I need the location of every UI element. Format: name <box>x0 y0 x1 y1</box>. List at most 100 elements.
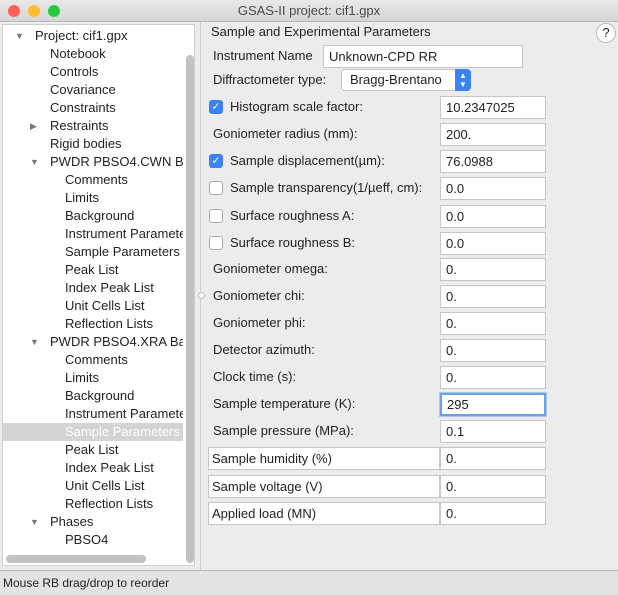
param-value-input[interactable]: 0. <box>440 475 546 498</box>
tree-item[interactable]: Notebook <box>3 45 183 63</box>
tree-item[interactable]: Instrument Parameters <box>3 405 183 423</box>
project-tree[interactable]: PBSO4 ▼ Phases Reflection Lists Unit Cells L… <box>2 24 195 566</box>
tree-item[interactable]: Index Peak List <box>3 279 183 297</box>
tree-vertical-scrollbar[interactable] <box>186 55 194 563</box>
diffractometer-type-select[interactable]: Bragg-Brentano ▲ ▼ <box>341 69 471 91</box>
refine-checkbox[interactable]: ✓ <box>209 154 223 168</box>
maximize-button[interactable] <box>48 5 60 17</box>
tree-item-label: Unit Cells List <box>65 478 145 493</box>
param-value-input[interactable]: 0. <box>440 285 546 308</box>
param-label: Applied load (MN) <box>208 502 440 525</box>
minimize-button[interactable] <box>28 5 40 17</box>
tree-item[interactable]: Peak List <box>3 441 183 459</box>
param-value-input[interactable]: 76.0988 <box>440 150 546 173</box>
param-label: Goniometer omega: <box>213 261 328 276</box>
tree-item[interactable]: Controls <box>3 63 183 81</box>
param-value-input[interactable]: 200. <box>440 123 546 146</box>
tree-item-label: Peak List <box>65 262 119 277</box>
param-label: Sample transparency(1/µeff, cm): <box>230 180 423 195</box>
tree-item[interactable]: Index Peak List <box>3 459 183 477</box>
tree-item-label: PBSO4 <box>65 532 109 547</box>
param-label: Goniometer radius (mm): <box>213 126 358 141</box>
param-value-input[interactable]: 0.1 <box>440 420 546 443</box>
param-value-input[interactable]: 10.2347025 <box>440 96 546 119</box>
tree-item[interactable]: Background <box>3 387 183 405</box>
param-label: Goniometer chi: <box>213 288 305 303</box>
tree-item-label: PWDR PBSO4.CWN Bank 1 <box>50 154 183 169</box>
refine-checkbox[interactable] <box>209 209 223 223</box>
window-title: GSAS-II project: cif1.gpx <box>237 3 381 18</box>
param-value-input[interactable]: 0.0 <box>440 177 546 200</box>
tree-item[interactable]: PBSO4 <box>3 531 183 549</box>
diffractometer-type-value: Bragg-Brentano <box>350 72 442 87</box>
help-button[interactable]: ? <box>596 23 616 43</box>
tree-item-label: Peak List <box>65 442 119 457</box>
tree-item-label: Background <box>65 208 135 223</box>
param-value-input[interactable]: 0.0 <box>440 205 546 228</box>
tree-item-label: Sample Parameters <box>65 244 180 259</box>
tree-item-label: Controls <box>50 64 99 79</box>
tree-item[interactable]: Unit Cells List <box>3 477 183 495</box>
tree-item[interactable]: Rigid bodies <box>3 135 183 153</box>
tree-item[interactable]: Peak List <box>3 261 183 279</box>
tree-item[interactable]: Sample Parameters <box>3 243 183 261</box>
tree-item[interactable]: Sample Parameters <box>3 423 183 441</box>
param-value-input[interactable]: 0. <box>440 258 546 281</box>
param-label: Histogram scale factor: <box>230 99 363 114</box>
param-label: Sample pressure (MPa): <box>213 423 354 438</box>
tree-item[interactable]: Instrument Parameters <box>3 225 183 243</box>
tree-item-label: Instrument Parameters <box>65 406 183 421</box>
param-value-input[interactable]: 0. <box>440 447 546 470</box>
tree-item-label: Phases <box>50 514 94 529</box>
param-value-input[interactable]: 0. <box>440 502 546 525</box>
tree-item[interactable]: ▶ Restraints <box>3 117 183 135</box>
instrument-name-input[interactable]: Unknown-CPD RR <box>323 45 523 68</box>
expanded-triangle-icon[interactable]: ▼ <box>30 333 39 351</box>
tree-item[interactable]: Constraints <box>3 99 183 117</box>
tree-item[interactable]: Reflection Lists <box>3 315 183 333</box>
sash-handle[interactable] <box>198 292 205 299</box>
tree-item[interactable]: Comments <box>3 171 183 189</box>
param-label: Surface roughness A: <box>230 208 355 223</box>
param-label: Goniometer phi: <box>213 315 306 330</box>
param-label: Clock time (s): <box>213 369 297 384</box>
tree-item-label: Comments <box>65 172 128 187</box>
collapsed-triangle-icon[interactable]: ▶ <box>30 117 37 135</box>
param-label: Sample voltage (V) <box>208 475 440 498</box>
refine-checkbox[interactable] <box>209 236 223 250</box>
tree-item-label: Notebook <box>50 46 106 61</box>
tree-item[interactable]: Unit Cells List <box>3 297 183 315</box>
param-value-input[interactable]: 0. <box>440 312 546 335</box>
tree-item[interactable]: ▼ PWDR PBSO4.XRA Bank 1 <box>3 333 183 351</box>
tree-item[interactable]: Comments <box>3 351 183 369</box>
expanded-triangle-icon[interactable]: ▼ <box>15 27 24 45</box>
tree-item[interactable]: Limits <box>3 189 183 207</box>
tree-item-label: Comments <box>65 352 128 367</box>
param-value-input[interactable]: 0. <box>440 366 546 389</box>
param-value-input[interactable]: 0.0 <box>440 232 546 255</box>
tree-item[interactable]: Covariance <box>3 81 183 99</box>
tree-horizontal-scrollbar[interactable] <box>6 555 146 563</box>
refine-checkbox[interactable]: ✓ <box>209 100 223 114</box>
tree-item-label: Reflection Lists <box>65 316 154 331</box>
diffractometer-type-label: Diffractometer type: <box>213 72 327 87</box>
expanded-triangle-icon[interactable]: ▼ <box>30 153 39 171</box>
close-button[interactable] <box>8 5 20 17</box>
tree-item-label: Index Peak List <box>65 280 154 295</box>
tree-item[interactable]: ▼ Phases <box>3 513 183 531</box>
expanded-triangle-icon[interactable]: ▼ <box>30 513 39 531</box>
tree-item[interactable]: ▼ PWDR PBSO4.CWN Bank 1 <box>3 153 183 171</box>
param-value-input[interactable]: 0. <box>440 339 546 362</box>
title-bar: GSAS-II project: cif1.gpx <box>0 0 618 22</box>
refine-checkbox[interactable] <box>209 181 223 195</box>
tree-item[interactable]: Background <box>3 207 183 225</box>
chevron-updown-icon: ▲ ▼ <box>455 69 471 91</box>
tree-item[interactable]: Limits <box>3 369 183 387</box>
tree-item[interactable]: ▼ Project: cif1.gpx <box>3 27 183 45</box>
status-bar: Mouse RB drag/drop to reorder <box>0 570 618 595</box>
tree-item-label: Rigid bodies <box>50 136 122 151</box>
param-label: Surface roughness B: <box>230 235 356 250</box>
param-value-input[interactable]: 295 <box>440 393 546 416</box>
tree-item[interactable]: Reflection Lists <box>3 495 183 513</box>
tree-item-label: Limits <box>65 370 99 385</box>
